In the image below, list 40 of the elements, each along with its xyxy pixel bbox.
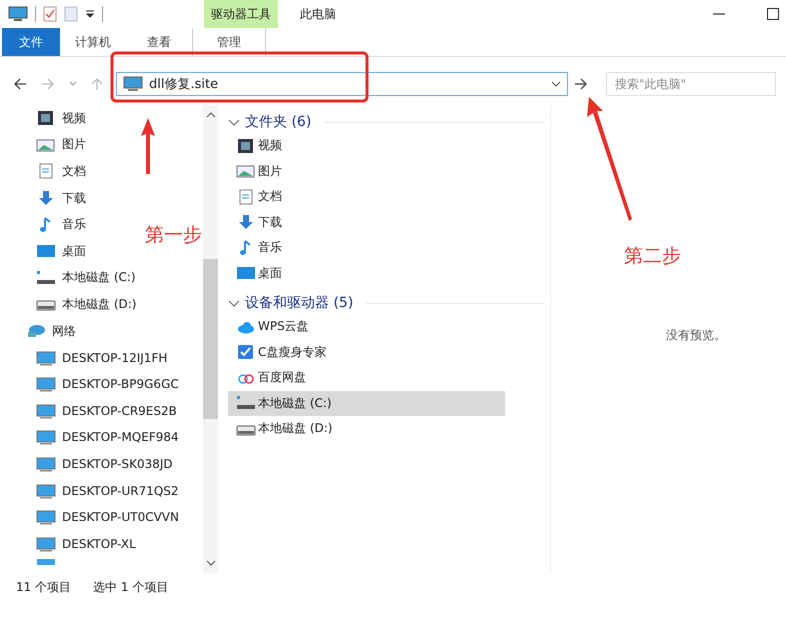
address-field[interactable]: dll修复.site [116,72,568,96]
annotation-label: 第二步 [624,244,681,269]
group-header[interactable]: 设备和驱动器 (5) [245,294,354,312]
nav-item[interactable]: DESKTOP-XL [62,536,136,551]
nav-item[interactable]: 桌面 [62,242,86,260]
list-item[interactable]: 桌面 [228,260,505,286]
item-count: 11 个项目 [16,579,72,596]
nav-item[interactable]: DESKTOP-BP9G6GC [62,377,179,392]
nav-item[interactable]: 视频 [62,110,86,127]
nav-item[interactable]: 图片 [62,136,86,154]
nav-item[interactable]: DESKTOP-12IJ1FH [62,350,168,365]
nav-item[interactable]: 本地磁盘 (D:) [62,296,136,313]
context-tab-group: 驱动器工具 [204,0,278,28]
list-item[interactable]: 音乐 [228,235,505,260]
list-item[interactable]: 视频 [228,133,505,158]
nav-item[interactable]: DESKTOP-CR9ES2B [62,404,177,418]
nav-item[interactable]: 网络 [52,322,76,340]
search-field[interactable]: 搜索"此电脑" [606,72,776,96]
list-item[interactable]: 下载 [228,210,505,235]
list-item[interactable]: 本地磁盘 (D:) [228,416,505,442]
nav-item[interactable]: 下载 [62,190,86,207]
selection-count: 选中 1 个项目 [93,579,168,596]
list-item[interactable]: 本地磁盘 (C:) [228,390,505,416]
list-item[interactable]: C盘瘦身专家 [228,340,505,365]
nav-item[interactable]: 文档 [62,162,86,180]
nav-item[interactable]: DESKTOP-UR71QS2 [62,484,179,498]
nav-item[interactable]: DESKTOP-MQEF984 [62,430,179,444]
ribbon-tab[interactable]: 文件 [2,28,60,56]
nav-item[interactable]: DESKTOP-UT0CVVN [62,510,179,524]
list-item[interactable]: 文档 [228,184,505,210]
window-title: 此电脑 [300,6,336,22]
list-item[interactable]: 图片 [228,158,505,184]
nav-item[interactable]: DESKTOP-SK038JD [62,457,173,472]
annotation-label: 第一步 [145,223,202,248]
list-item[interactable]: WPS云盘 [228,314,505,340]
group-header[interactable]: 文件夹 (6) [245,113,312,131]
preview-message: 没有预览。 [666,327,726,343]
nav-item[interactable]: 音乐 [62,216,86,234]
nav-item[interactable]: 本地磁盘 (C:) [62,269,136,286]
list-item[interactable]: 百度网盘 [228,365,505,390]
